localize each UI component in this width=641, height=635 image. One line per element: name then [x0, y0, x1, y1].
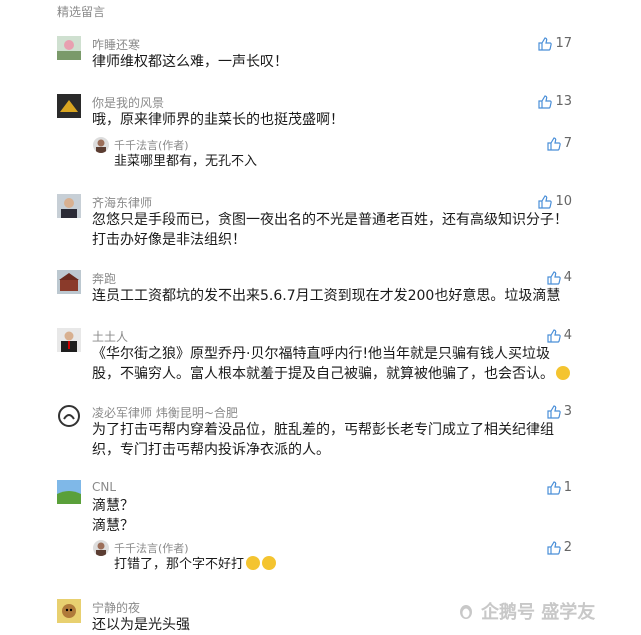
like-button[interactable]: 2 — [547, 540, 572, 555]
author-avatar — [93, 137, 109, 153]
comment-text: 连员工工资都坑的发不出来5.6.7月工资到现在才发200也好意思。垃圾滴慧 — [92, 288, 561, 304]
avatar[interactable] — [57, 94, 81, 118]
author-reply-name[interactable]: 千千法言(作者) — [114, 137, 189, 153]
thumb-up-icon — [538, 194, 553, 209]
comment-text: 忽悠只是手段而已，贪图一夜出名的不光是普通老百姓，还有高级知识分子！打击办好像是… — [92, 212, 568, 248]
comment-text: 哦，原来律师界的韭菜长的也挺茂盛啊！ — [92, 112, 344, 128]
watermark: 企鹅号 盛学友 — [457, 598, 595, 624]
avatar[interactable] — [57, 36, 81, 60]
avatar[interactable] — [57, 404, 81, 428]
laugh-emoji-icon — [262, 556, 277, 570]
commenter-name[interactable]: 奔跑 — [92, 270, 116, 287]
thumb-up-icon — [547, 270, 561, 285]
like-count: 4 — [563, 270, 572, 285]
comment-text-body: 《华尔街之狼》原型乔丹·贝尔福特直呼内行!他当年就是只骗有钱人买垃圾股，不骗穷人… — [92, 346, 554, 382]
smile-emoji-icon — [556, 366, 570, 380]
laugh-emoji-icon — [246, 556, 261, 570]
like-button[interactable]: 10 — [538, 194, 572, 209]
author-reply-body: 打错了，那个字不好打 — [114, 557, 245, 572]
watermark-text: 企鹅号 盛学友 — [481, 602, 596, 623]
author-reply-text: 打错了，那个字不好打 — [114, 556, 277, 574]
avatar[interactable] — [57, 480, 81, 504]
author-reply-name[interactable]: 千千法言(作者) — [114, 540, 189, 556]
thumb-up-icon — [547, 480, 561, 495]
commenter-name[interactable]: 咋睡还寒 — [92, 36, 140, 53]
author-avatar — [93, 540, 109, 556]
commenter-name[interactable]: 土土人 — [92, 328, 128, 345]
like-button[interactable]: 4 — [547, 328, 572, 343]
like-button[interactable]: 4 — [547, 270, 572, 285]
like-count: 13 — [555, 94, 572, 109]
avatar[interactable] — [57, 270, 81, 294]
avatar[interactable] — [57, 328, 81, 352]
section-title: 精选留言 — [57, 5, 106, 19]
comment-text: 滴慧？ — [92, 518, 134, 534]
author-reply-text: 韭菜哪里都有，无孔不入 — [114, 154, 258, 169]
like-button[interactable]: 13 — [538, 94, 572, 109]
like-count: 10 — [555, 194, 572, 209]
comment-text: 滴慧？ — [92, 498, 134, 514]
commenter-name[interactable]: 你是我的风景 — [92, 94, 164, 111]
thumb-up-icon — [538, 36, 553, 51]
like-button[interactable]: 7 — [547, 136, 572, 151]
comment-text: 《华尔街之狼》原型乔丹·贝尔福特直呼内行!他当年就是只骗有钱人买垃圾股，不骗穷人… — [92, 344, 572, 384]
commenter-name[interactable]: CNL — [92, 480, 116, 494]
thumb-up-icon — [547, 540, 561, 555]
comment-text: 律师维权都这么难，一声长叹！ — [92, 54, 288, 70]
like-count: 4 — [563, 328, 572, 343]
commenter-name[interactable]: 齐海东律师 — [92, 194, 152, 211]
like-count: 1 — [563, 480, 572, 495]
avatar[interactable] — [57, 599, 81, 623]
avatar[interactable] — [57, 194, 81, 218]
like-count: 7 — [563, 136, 572, 151]
commenter-name[interactable]: 宁静的夜 — [92, 599, 140, 616]
comment-text: 为了打击丐帮内穿着没品位，脏乱差的，丐帮彭长老专门成立了相关纪律组织，专门打击丐… — [92, 422, 554, 458]
thumb-up-icon — [547, 136, 561, 151]
like-button[interactable]: 17 — [538, 36, 572, 51]
penguin-icon — [460, 605, 472, 619]
like-count: 2 — [563, 540, 572, 555]
thumb-up-icon — [547, 404, 561, 419]
commenter-name[interactable]: 凌必军律师 炜衡昆明~合肥 — [92, 404, 238, 421]
like-count: 3 — [563, 404, 572, 419]
like-count: 17 — [555, 36, 572, 51]
like-button[interactable]: 1 — [547, 480, 572, 495]
like-button[interactable]: 3 — [547, 404, 572, 419]
thumb-up-icon — [538, 94, 553, 109]
thumb-up-icon — [547, 328, 561, 343]
